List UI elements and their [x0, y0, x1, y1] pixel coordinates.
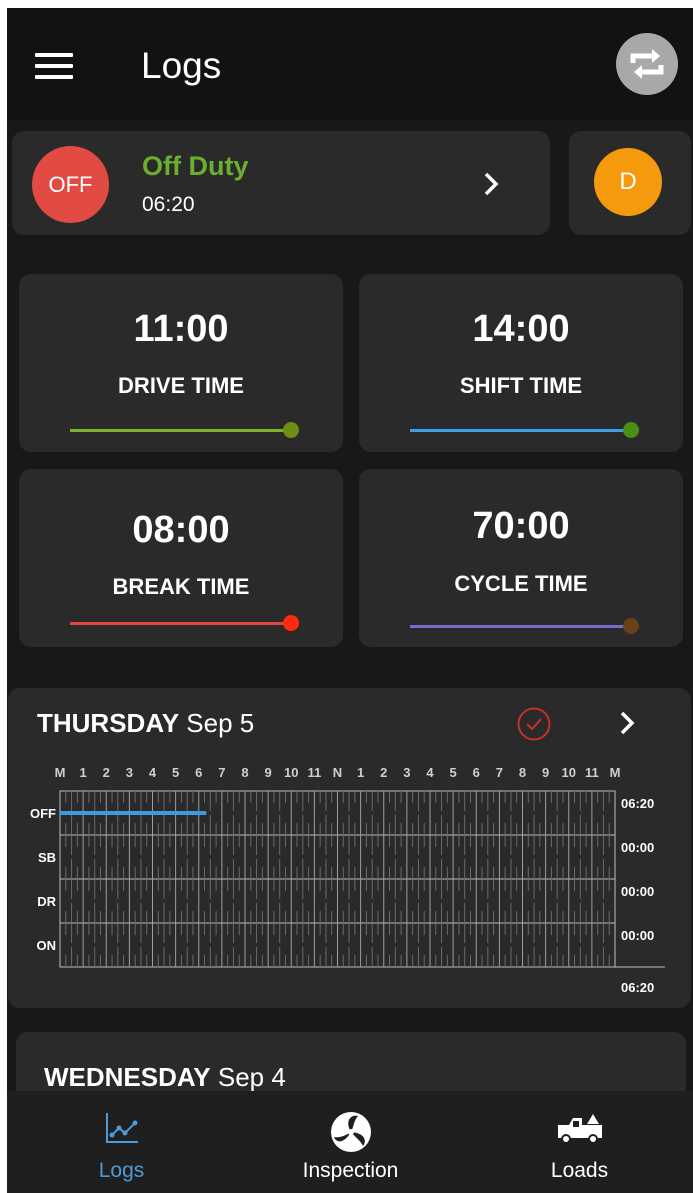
- page-title: Logs: [141, 45, 222, 86]
- nav-tab-loads[interactable]: Loads: [465, 1091, 693, 1193]
- drive-time-progress-bar: [70, 429, 290, 432]
- nav-label: Inspection: [302, 1159, 399, 1182]
- top-app-bar: Logs: [7, 8, 693, 120]
- daily-log-card[interactable]: THURSDAY Sep 5 M 1 2 3 4 5 6 7 8 9 10 11 N 1 2 3 4 5 6 7 8 9 1…: [8, 688, 691, 1008]
- nav-tab-logs[interactable]: Logs: [7, 1091, 236, 1193]
- shift-time-card: 14:00 SHIFT TIME: [359, 274, 683, 452]
- chart-icon: [105, 1113, 138, 1143]
- duty-status-label: Off Duty: [142, 151, 249, 181]
- hour-label: 11: [308, 765, 322, 780]
- log-day-title[interactable]: WEDNESDAY Sep 4: [44, 1062, 286, 1093]
- hour-label: 6: [473, 765, 480, 780]
- cycle-time-progress-bar: [410, 625, 630, 628]
- break-time-value: 08:00: [132, 509, 230, 551]
- sync-icon: [630, 49, 664, 79]
- hour-label: 11: [585, 765, 599, 780]
- shift-time-progress-bar: [410, 429, 630, 432]
- status-row-total: 00:00: [621, 884, 654, 899]
- drive-time-value: 11:00: [133, 308, 229, 350]
- hour-label: 6: [195, 765, 202, 780]
- hamburger-menu-icon[interactable]: [35, 53, 75, 81]
- hour-label: 8: [519, 765, 526, 780]
- driver-avatar: D: [594, 148, 662, 216]
- hour-label: 2: [103, 765, 110, 780]
- log-day-title[interactable]: THURSDAY Sep 5: [37, 708, 254, 739]
- shift-time-value: 14:00: [472, 308, 570, 350]
- truck-icon: [557, 1114, 602, 1144]
- hour-label: 10: [284, 765, 298, 780]
- drive-time-progress-dot: [283, 422, 299, 438]
- shift-time-progress-dot: [623, 422, 639, 438]
- cycle-time-card: 70:00 CYCLE TIME: [359, 469, 683, 647]
- hour-label: 3: [403, 765, 410, 780]
- hour-label: 5: [450, 765, 457, 780]
- nav-label: Loads: [550, 1159, 609, 1182]
- certified-check-icon[interactable]: [516, 706, 552, 742]
- duty-status-time: 06:20: [142, 193, 195, 216]
- driver-card[interactable]: D: [569, 131, 691, 235]
- hour-label: 4: [149, 765, 157, 780]
- status-row-total: 00:00: [621, 928, 654, 943]
- grand-total: 06:20: [621, 980, 654, 993]
- hos-log-graph: M 1 2 3 4 5 6 7 8 9 10 11 N 1 2 3 4 5 6 7 8 9 10 11 MOFF06:20SB0…: [30, 765, 665, 993]
- chevron-right-icon: [484, 172, 499, 196]
- hour-label: 4: [426, 765, 434, 780]
- cycle-time-progress-dot: [623, 618, 639, 634]
- log-date: Sep 4: [217, 1062, 286, 1092]
- break-time-label: BREAK TIME: [112, 574, 250, 599]
- bottom-navigation: Logs Inspection Loads: [7, 1091, 693, 1193]
- drive-time-label: DRIVE TIME: [118, 373, 244, 398]
- hour-label: 8: [241, 765, 248, 780]
- nav-label: Logs: [98, 1159, 145, 1182]
- break-time-progress-dot: [283, 615, 299, 631]
- log-weekday: WEDNESDAY: [44, 1062, 211, 1092]
- hour-label: 9: [265, 765, 272, 780]
- cycle-time-label: CYCLE TIME: [454, 571, 588, 596]
- drive-time-card: 11:00 DRIVE TIME: [19, 274, 343, 452]
- hour-label: 2: [380, 765, 387, 780]
- break-time-card: 08:00 BREAK TIME: [19, 469, 343, 647]
- duty-status-badge: OFF: [32, 146, 109, 223]
- hour-label: 5: [172, 765, 179, 780]
- hour-label: 1: [80, 765, 87, 780]
- status-row-label: SB: [38, 850, 56, 865]
- status-row-total: 00:00: [621, 840, 654, 855]
- status-row-total: 06:20: [621, 796, 654, 811]
- break-time-progress-bar: [70, 622, 290, 625]
- log-date: Sep 5: [186, 708, 255, 738]
- hour-label: N: [333, 765, 342, 780]
- status-row-label: OFF: [30, 806, 56, 821]
- hour-label: 9: [542, 765, 549, 780]
- inspection-icon: [330, 1112, 371, 1152]
- log-weekday: THURSDAY: [37, 708, 180, 738]
- hour-label: M: [610, 765, 621, 780]
- duty-status-card[interactable]: OFF Off Duty 06:20: [12, 131, 550, 235]
- nav-tab-inspection[interactable]: Inspection: [236, 1091, 465, 1193]
- hour-label: 7: [496, 765, 503, 780]
- chevron-right-icon[interactable]: [618, 710, 636, 736]
- status-row-label: ON: [37, 938, 57, 953]
- status-row-label: DR: [37, 894, 56, 909]
- hour-label: 7: [218, 765, 225, 780]
- hour-label: 10: [562, 765, 576, 780]
- hour-label: M: [55, 765, 66, 780]
- hour-label: 3: [126, 765, 133, 780]
- screen: Logs OFF Off Duty 06:20 D 11:00 DRIVE TI…: [7, 8, 693, 1193]
- shift-time-label: SHIFT TIME: [459, 373, 583, 398]
- hour-label: 1: [357, 765, 364, 780]
- sync-button[interactable]: [616, 33, 678, 95]
- cycle-time-value: 70:00: [472, 505, 570, 547]
